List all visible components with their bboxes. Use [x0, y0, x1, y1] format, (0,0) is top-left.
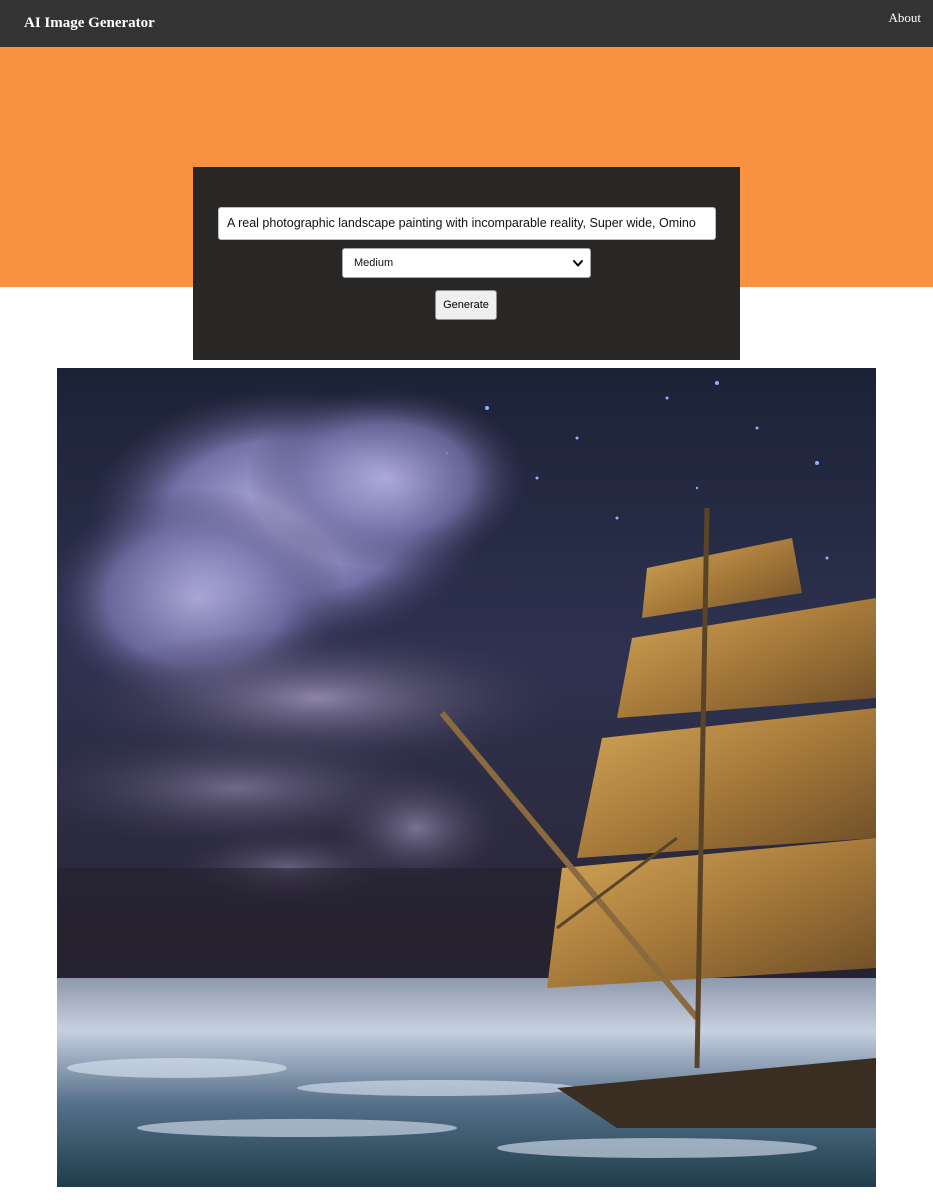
chevron-down-icon — [573, 260, 583, 267]
prompt-input[interactable]: A real photographic landscape painting w… — [218, 207, 716, 240]
generate-button[interactable]: Generate — [435, 290, 497, 320]
about-link[interactable]: About — [889, 9, 922, 27]
top-navbar: AI Image Generator About — [0, 0, 933, 47]
app-title[interactable]: AI Image Generator — [24, 13, 155, 33]
image-size-select[interactable]: Medium — [342, 248, 591, 278]
generator-form-panel: A real photographic landscape painting w… — [193, 167, 740, 360]
generated-image-painting — [57, 368, 876, 1187]
image-size-selected-value: Medium — [354, 257, 394, 269]
generated-image — [57, 368, 876, 1187]
